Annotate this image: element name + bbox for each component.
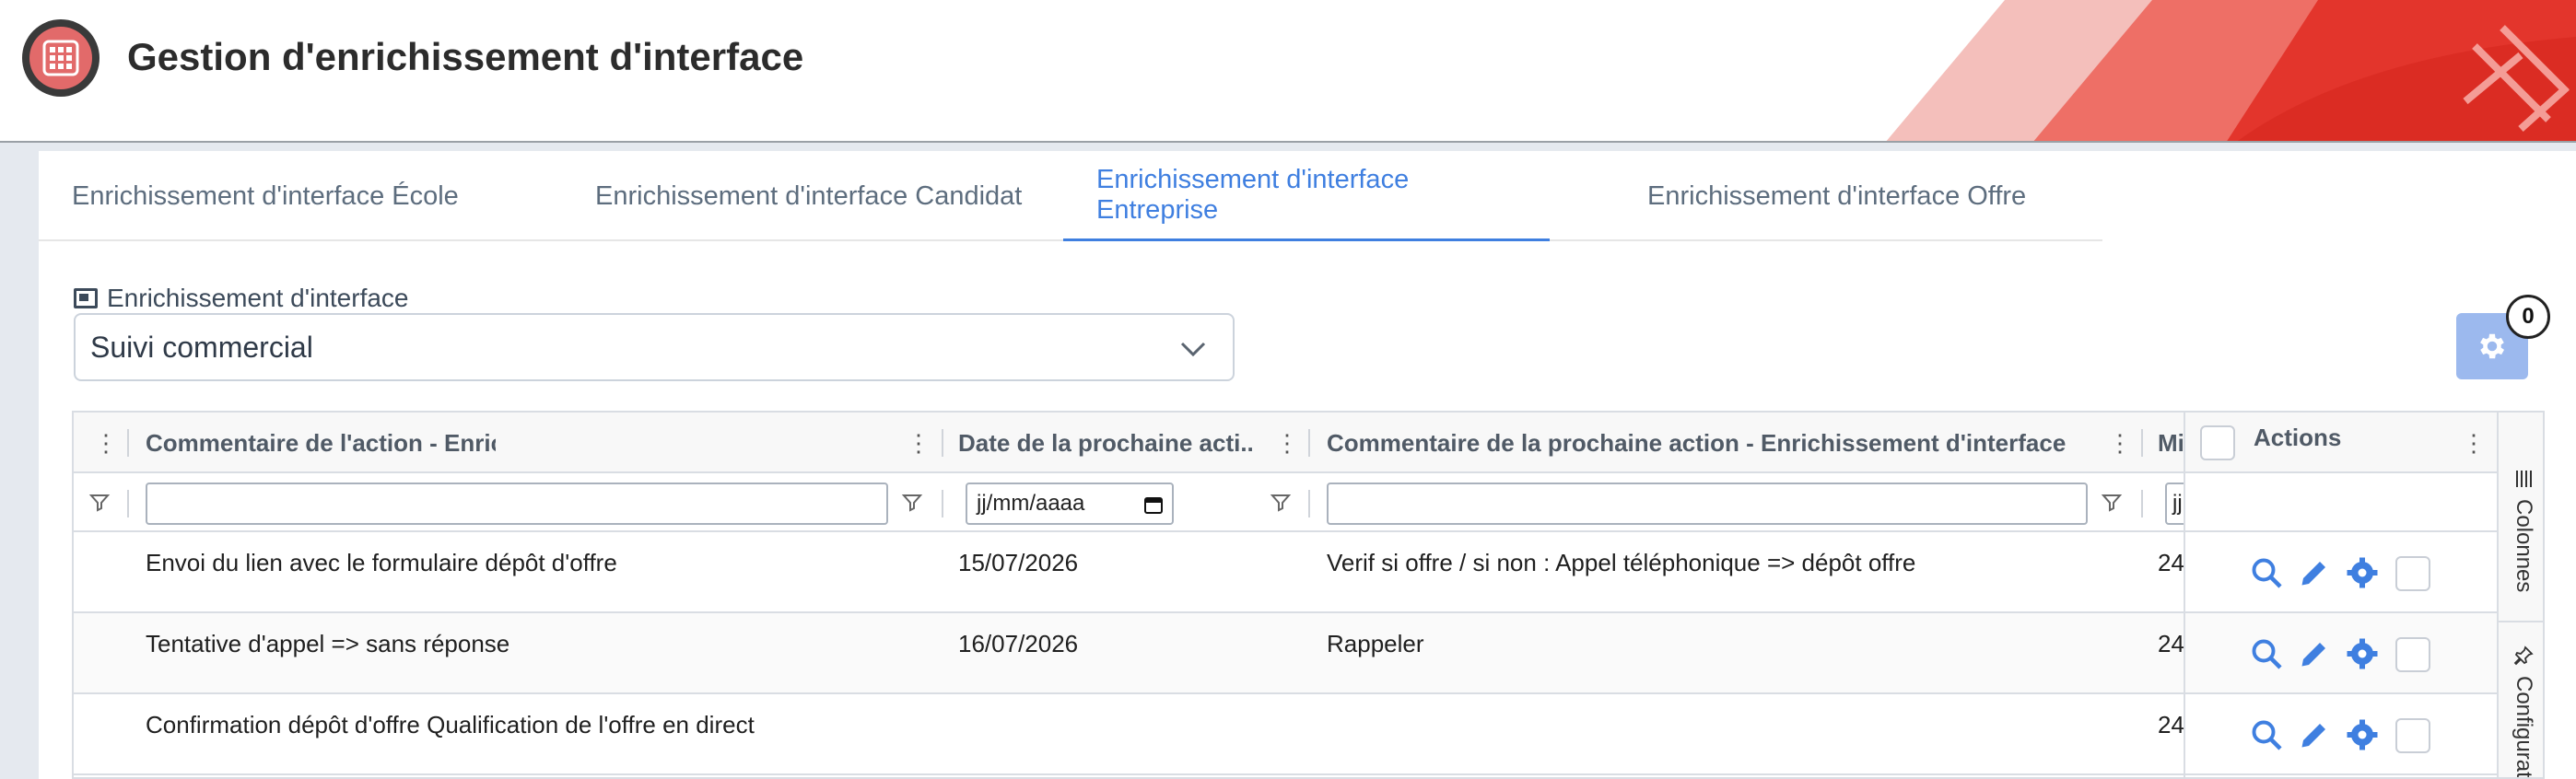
col-header-next-date[interactable]: Date de la prochaine acti... [958, 413, 1253, 473]
data-grid: ⋮ Commentaire de l'action - Enrichisseme… [72, 411, 2545, 779]
tab-ecole[interactable]: Enrichissement d'interface École [39, 151, 492, 241]
chevron-down-icon [1180, 342, 1206, 357]
gear-icon[interactable] [2346, 718, 2379, 751]
cell-next-date: 15/07/2026 [958, 549, 1079, 576]
search-icon[interactable] [2250, 637, 2283, 670]
row-menu-icon[interactable]: ⋮ [94, 431, 118, 455]
cell-next-date: 16/07/2026 [958, 630, 1079, 657]
grid-icon [29, 27, 92, 89]
column-menu-icon[interactable]: ⋮ [2462, 431, 2486, 455]
date-filter-input[interactable]: jj/mm/aaaa [966, 483, 1174, 525]
page-title: Gestion d'enrichissement d'interface [127, 35, 804, 78]
column-separator [2141, 429, 2143, 457]
actions-column: Actions ⋮ [2184, 413, 2499, 777]
settings-count-badge: 0 [2506, 295, 2550, 339]
column-separator [1308, 429, 1310, 457]
actions-header: Actions ⋮ [2185, 413, 2499, 473]
config-panel-label: Configuration [2512, 676, 2536, 779]
filter-icon[interactable] [1270, 492, 1292, 514]
brand-decoration [1886, 0, 2576, 141]
grid-side-panel: Colonnes Configuration [2497, 413, 2543, 779]
gear-icon[interactable] [2346, 556, 2379, 589]
cell-comment: Envoi du lien avec le formulaire dépôt d… [146, 549, 617, 576]
column-menu-icon[interactable]: ⋮ [2108, 431, 2132, 455]
enrichment-select[interactable]: Suivi commercial [74, 313, 1235, 381]
edit-icon[interactable] [2298, 637, 2331, 670]
select-value: Suivi commercial [90, 330, 313, 364]
next-comment-filter-input[interactable] [1327, 483, 2088, 525]
cell-comment: Confirmation dépôt d'offre Qualification… [146, 711, 755, 738]
gear-icon [2480, 333, 2505, 359]
columns-panel-label: Colonnes [2512, 499, 2536, 593]
cell-partial: 24 [2158, 630, 2184, 657]
filter-icon[interactable] [2101, 492, 2123, 514]
column-separator [2141, 490, 2143, 517]
window-icon [74, 288, 98, 308]
actions-filter-cell [2185, 473, 2499, 532]
edit-icon[interactable] [2298, 718, 2331, 751]
col-header-comment[interactable]: Commentaire de l'action - Enrichissement… [146, 413, 496, 473]
date-placeholder: jj/mm/aaaa [977, 491, 1085, 516]
app-logo[interactable] [22, 19, 100, 97]
col-header-next-comment[interactable]: Commentaire de la prochaine action - Enr… [1327, 413, 2110, 473]
col-header-partial[interactable]: Mi [2158, 413, 2184, 473]
grid-filter-row: jj/mm/aaaa jj [74, 473, 2193, 532]
gear-icon[interactable] [2346, 637, 2379, 670]
row-actions [2185, 613, 2499, 694]
column-separator [127, 429, 129, 457]
column-separator [1308, 490, 1310, 517]
row-checkbox[interactable] [2395, 556, 2430, 591]
tab-bar: Enrichissement d'interface École Enrichi… [39, 151, 2102, 241]
column-separator [942, 429, 943, 457]
filter-icon[interactable] [901, 492, 923, 514]
search-icon[interactable] [2250, 556, 2283, 589]
side-panel-divider [2499, 621, 2543, 622]
pin-icon [2513, 645, 2534, 666]
table-row[interactable]: Confirmation dépôt d'offre Qualification… [74, 694, 2184, 775]
select-all-checkbox[interactable] [2200, 425, 2235, 460]
columns-panel-tab[interactable]: Colonnes [2499, 468, 2543, 593]
grid-header: ⋮ Commentaire de l'action - Enrichisseme… [74, 413, 2184, 473]
app-header: Gestion d'enrichissement d'interface [0, 0, 2576, 143]
filter-icon[interactable] [88, 492, 111, 514]
tab-offre[interactable]: Enrichissement d'interface Offre [1614, 151, 2059, 241]
selector-label-text: Enrichissement d'interface [107, 284, 409, 312]
row-checkbox[interactable] [2395, 718, 2430, 753]
edit-icon[interactable] [2298, 556, 2331, 589]
row-actions [2185, 532, 2499, 613]
cell-next-comment: Rappeler [1327, 630, 1424, 657]
row-actions [2185, 694, 2499, 775]
actions-header-label: Actions [2254, 424, 2342, 451]
row-checkbox[interactable] [2395, 637, 2430, 672]
selector-label: Enrichissement d'interface [74, 284, 409, 313]
config-panel-tab[interactable]: Configuration [2499, 645, 2543, 779]
table-row[interactable]: Envoi du lien avec le formulaire dépôt d… [74, 532, 2184, 613]
cell-comment: Tentative d'appel => sans réponse [146, 630, 510, 657]
column-menu-icon[interactable]: ⋮ [1275, 431, 1299, 455]
comment-filter-input[interactable] [146, 483, 888, 525]
column-menu-icon[interactable]: ⋮ [907, 431, 931, 455]
column-separator [942, 490, 943, 517]
table-row[interactable]: Tentative d'appel => sans réponse 16/07/… [74, 613, 2184, 694]
calendar-icon[interactable] [1142, 494, 1165, 516]
cell-partial: 24 [2158, 549, 2184, 576]
partial-placeholder: jj [2172, 491, 2183, 516]
cell-partial: 24 [2158, 711, 2184, 738]
tab-candidat[interactable]: Enrichissement d'interface Candidat [562, 151, 1055, 241]
tab-entreprise[interactable]: Enrichissement d'interface Entreprise [1063, 151, 1550, 241]
columns-icon [2516, 471, 2532, 487]
cell-next-comment: Verif si offre / si non : Appel téléphon… [1327, 549, 1916, 576]
column-separator [127, 490, 129, 517]
search-icon[interactable] [2250, 718, 2283, 751]
